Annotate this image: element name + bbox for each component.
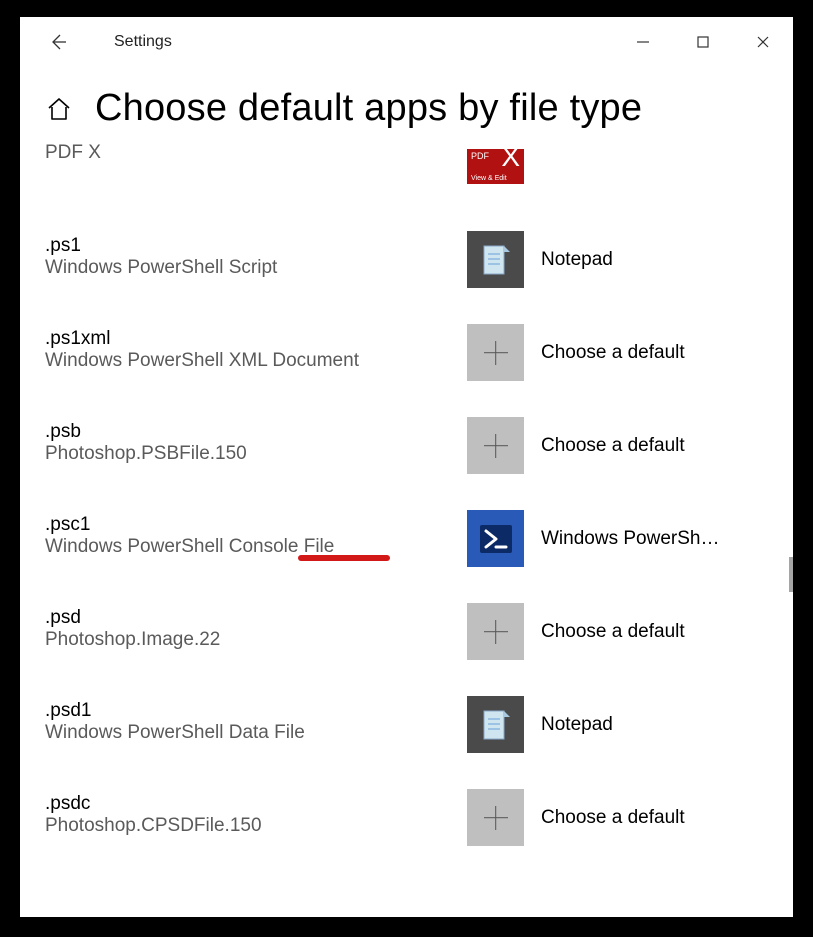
default-app-button[interactable]: Notepad [467, 231, 613, 288]
file-description: PDF X [45, 142, 467, 164]
close-button[interactable] [733, 22, 793, 62]
file-type-row: .psdPhotoshop.Image.22 Choose a default [45, 585, 783, 678]
pdfx-icon: PDFXView & Edit [467, 149, 524, 184]
file-type-list: PDF XPDFXView & Edit.ps1Windows PowerShe… [45, 138, 783, 864]
minimize-button[interactable] [613, 22, 673, 62]
file-type-info: .psd1Windows PowerShell Data File [45, 696, 467, 744]
file-description: Windows PowerShell XML Document [45, 350, 467, 372]
file-type-row: .psbPhotoshop.PSBFile.150 Choose a defaul… [45, 399, 783, 492]
file-description: Windows PowerShell Script [45, 257, 467, 279]
file-description: Photoshop.Image.22 [45, 629, 467, 651]
file-description: Windows PowerShell Data File [45, 722, 467, 744]
file-extension: .psb [45, 421, 467, 443]
file-extension: .ps1 [45, 235, 467, 257]
settings-window: Settings Choose default apps by file typ… [20, 17, 793, 917]
default-app-button[interactable]: Choose a default [467, 789, 685, 846]
app-icon-wrap: PDFXView & Edit [467, 138, 524, 195]
powershell-icon [467, 510, 524, 567]
file-type-row: .ps1xmlWindows PowerShell XML Document Ch… [45, 306, 783, 399]
plus-icon [467, 603, 524, 660]
file-description: Photoshop.CPSDFile.150 [45, 815, 467, 837]
close-icon [756, 35, 770, 49]
file-description: Photoshop.PSBFile.150 [45, 443, 467, 465]
file-type-info: .psdPhotoshop.Image.22 [45, 603, 467, 651]
back-button[interactable] [38, 22, 78, 62]
plus-icon [467, 789, 524, 846]
content-area: Choose default apps by file type PDF XPD… [20, 67, 793, 864]
file-description: Windows PowerShell Console File [45, 536, 467, 558]
default-app-button[interactable]: Choose a default [467, 417, 685, 474]
back-arrow-icon [48, 32, 68, 52]
maximize-button[interactable] [673, 22, 733, 62]
app-label: Choose a default [541, 807, 685, 829]
scrollbar-thumb[interactable] [789, 557, 793, 592]
plus-icon [467, 324, 524, 381]
app-label: Choose a default [541, 621, 685, 643]
file-type-row: .psc1Windows PowerShell Console FileWind… [45, 492, 783, 585]
file-type-info: .psc1Windows PowerShell Console File [45, 510, 467, 558]
default-app-button[interactable]: Notepad [467, 696, 613, 753]
notepad-icon [467, 231, 524, 288]
app-icon-wrap [467, 510, 524, 567]
app-label: Windows PowerSh… [541, 528, 719, 550]
default-app-button[interactable]: Choose a default [467, 603, 685, 660]
file-extension: .psd1 [45, 700, 467, 722]
file-extension: .psc1 [45, 514, 467, 536]
app-icon-wrap [467, 417, 524, 474]
file-extension: .psd [45, 607, 467, 629]
app-label: Notepad [541, 249, 613, 271]
home-button[interactable] [45, 95, 73, 123]
file-type-info: .ps1xmlWindows PowerShell XML Document [45, 324, 467, 372]
titlebar: Settings [20, 17, 793, 67]
app-title: Settings [114, 33, 172, 51]
page-title: Choose default apps by file type [95, 87, 642, 130]
notepad-icon [467, 696, 524, 753]
home-icon [46, 96, 72, 122]
app-label: Notepad [541, 714, 613, 736]
window-controls [613, 22, 793, 62]
file-type-info: PDF X [45, 138, 467, 164]
file-type-row: .psdcPhotoshop.CPSDFile.150 Choose a defa… [45, 771, 783, 864]
app-label: Choose a default [541, 435, 685, 457]
app-icon-wrap [467, 231, 524, 288]
plus-icon [467, 417, 524, 474]
file-type-row: .ps1Windows PowerShell Script Notepad [45, 213, 783, 306]
file-type-info: .ps1Windows PowerShell Script [45, 231, 467, 279]
file-extension: .ps1xml [45, 328, 467, 350]
maximize-icon [696, 35, 710, 49]
app-icon-wrap [467, 603, 524, 660]
file-type-row: PDF XPDFXView & Edit [45, 138, 783, 213]
red-annotation-mark [298, 555, 390, 561]
default-app-button[interactable]: Choose a default [467, 324, 685, 381]
default-app-button[interactable]: PDFXView & Edit [467, 138, 541, 195]
default-app-button[interactable]: Windows PowerSh… [467, 510, 719, 567]
app-icon-wrap [467, 789, 524, 846]
minimize-icon [636, 35, 650, 49]
page-header: Choose default apps by file type [45, 87, 783, 130]
file-type-info: .psdcPhotoshop.CPSDFile.150 [45, 789, 467, 837]
app-icon-wrap [467, 324, 524, 381]
app-icon-wrap [467, 696, 524, 753]
app-label: Choose a default [541, 342, 685, 364]
file-type-row: .psd1Windows PowerShell Data File Notepad [45, 678, 783, 771]
file-type-info: .psbPhotoshop.PSBFile.150 [45, 417, 467, 465]
file-extension: .psdc [45, 793, 467, 815]
